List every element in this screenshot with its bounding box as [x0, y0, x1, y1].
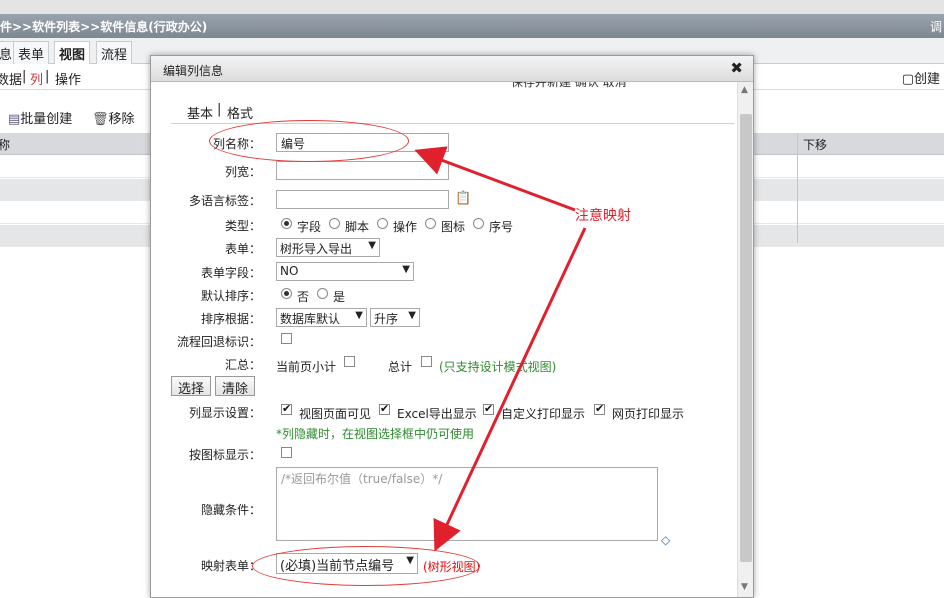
arrow-to-mapform [433, 227, 587, 552]
arrow-to-colname [414, 146, 576, 212]
annotation-arrows [414, 146, 587, 552]
annotation-text: 注意映射 [575, 208, 631, 224]
